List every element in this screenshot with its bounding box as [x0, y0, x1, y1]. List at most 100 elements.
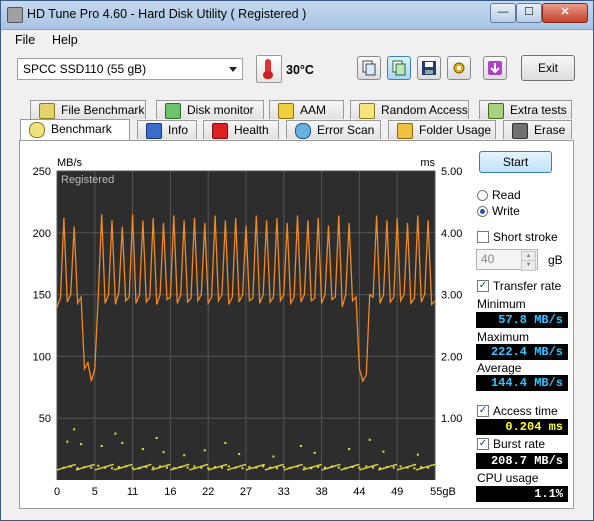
access-time-point — [393, 464, 395, 467]
transfer-rate-checkbox[interactable]: ✓ — [477, 280, 489, 292]
access-time-point — [299, 445, 302, 448]
access-time-point — [170, 468, 173, 471]
access-time-point — [136, 467, 139, 470]
x-tick-label: 49 — [391, 486, 403, 498]
access-time-point — [395, 463, 398, 466]
minimum-value: 57.8 MB/s — [476, 312, 568, 328]
access-time-point — [413, 467, 416, 470]
access-time-point — [275, 467, 278, 470]
burst-rate-value: 208.7 MB/s — [476, 453, 568, 469]
short-stroke-value: 40 — [481, 252, 495, 266]
chart-watermark: Registered — [61, 174, 114, 186]
access-time-point — [210, 468, 213, 470]
access-time-point — [426, 465, 429, 468]
y-left-tick-label: 200 — [33, 228, 51, 240]
access-time-point — [238, 453, 241, 456]
x-tick-label: 11 — [127, 486, 138, 498]
access-time-checkbox[interactable]: ✓ — [477, 405, 489, 417]
burst-rate-checkbox[interactable]: ✓ — [477, 438, 489, 450]
access-time-point — [73, 428, 76, 431]
access-time-point — [159, 466, 162, 468]
x-tick-label: 33 — [278, 486, 290, 498]
y-left-tick-label: 100 — [33, 351, 51, 363]
access-time-point — [117, 467, 120, 470]
write-radio[interactable] — [477, 206, 488, 217]
access-time-point — [397, 468, 400, 471]
access-time-point — [107, 465, 110, 467]
short-stroke-checkbox[interactable] — [477, 231, 489, 243]
cpu-usage-value: 1.1% — [476, 486, 568, 502]
access-time-point — [65, 466, 68, 468]
access-time-point — [273, 466, 276, 468]
access-time-point — [290, 467, 293, 469]
access-time-point — [101, 467, 104, 469]
access-time-point — [195, 467, 198, 469]
spin-down-icon[interactable]: ▼ — [521, 260, 536, 271]
y-right-tick-label: 1.00 — [441, 413, 462, 425]
access-time-point — [57, 468, 59, 471]
access-time-point — [372, 466, 375, 469]
access-time-point — [313, 465, 316, 468]
x-tick-label: 22 — [202, 486, 214, 498]
access-time-point — [120, 467, 122, 469]
average-label: Average — [477, 361, 522, 375]
access-time-point — [420, 467, 423, 470]
access-time-point — [254, 466, 257, 468]
access-time-point — [191, 468, 194, 470]
access-time-point — [279, 464, 282, 467]
access-time-point — [285, 468, 288, 470]
access-time-point — [315, 465, 318, 467]
minimum-label: Minimum — [477, 297, 526, 311]
access-time-point — [282, 466, 285, 469]
access-time-point — [97, 464, 100, 467]
access-time-point — [183, 465, 185, 467]
short-stroke-spinner[interactable]: 40 ▲ ▼ — [476, 249, 538, 271]
access-time-point — [80, 443, 83, 446]
access-time-point — [185, 464, 188, 467]
access-time-point — [365, 467, 368, 469]
access-time-point — [162, 451, 165, 454]
access-time-point — [358, 466, 361, 469]
access-time-point — [374, 464, 377, 467]
access-time-point — [309, 467, 311, 469]
access-time-point — [149, 463, 152, 466]
access-time-point — [337, 466, 340, 469]
access-time-point — [206, 463, 209, 466]
access-time-point — [241, 464, 244, 467]
tab-benchmark[interactable]: Benchmark — [20, 119, 130, 140]
access-time-point — [176, 467, 179, 469]
access-time-point — [405, 466, 408, 468]
access-time-point — [233, 467, 236, 469]
access-time-point — [384, 467, 387, 469]
access-time-point — [264, 468, 267, 471]
access-time-point — [281, 463, 284, 466]
access-time-point — [189, 468, 192, 471]
access-time-point — [96, 468, 99, 470]
access-time-point — [428, 465, 431, 467]
access-time-point — [155, 436, 158, 439]
access-time-point — [157, 467, 160, 469]
short-stroke-label: Short stroke — [493, 230, 558, 244]
start-button[interactable]: Start — [479, 151, 552, 173]
access-time-point — [313, 451, 316, 454]
access-time-point — [416, 468, 419, 471]
x-tick-label: 5 — [92, 486, 98, 498]
access-time-point — [168, 463, 171, 466]
access-time-point — [348, 466, 351, 468]
read-radio[interactable] — [477, 190, 488, 201]
access-time-point — [99, 467, 101, 470]
access-time-point — [288, 467, 290, 470]
access-time-point — [231, 467, 234, 470]
access-time-point — [351, 465, 353, 468]
tab-benchmark-label: Benchmark — [51, 122, 112, 136]
access-time-point — [111, 463, 114, 466]
access-time-point — [84, 466, 87, 468]
access-time-point — [90, 466, 93, 469]
access-time-point — [71, 464, 74, 467]
access-time-point — [128, 464, 131, 467]
transfer-rate-label: Transfer rate — [493, 279, 562, 293]
access-time-point — [86, 465, 89, 468]
access-time-point — [103, 466, 106, 468]
access-time-point — [218, 465, 221, 468]
access-time-point — [369, 465, 372, 468]
